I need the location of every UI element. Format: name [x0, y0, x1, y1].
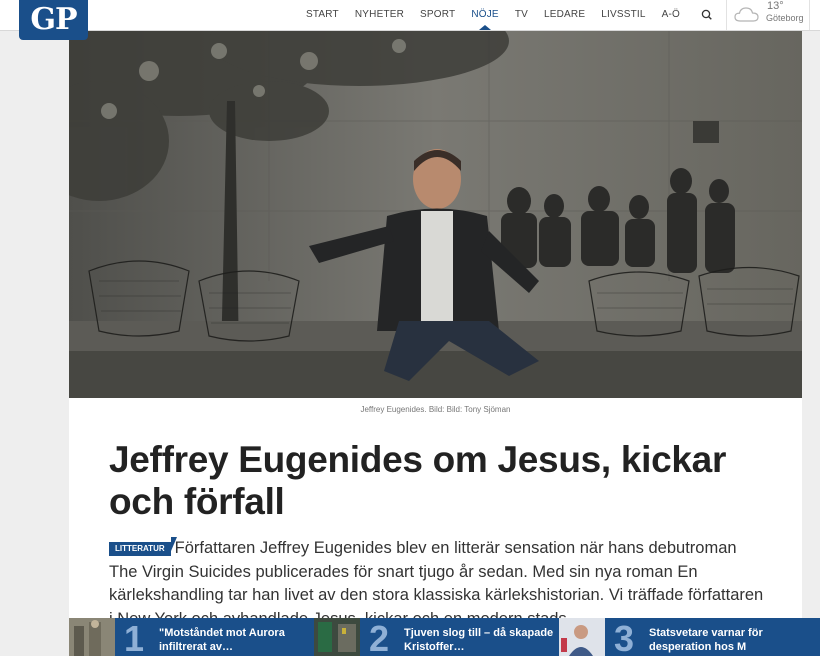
article-headline: Jeffrey Eugenides om Jesus, kickar och f…	[109, 439, 727, 522]
most-read-title: Statsvetare varnar för desperation hos M	[649, 627, 763, 653]
most-read-item[interactable]: 2 Tjuven slog till – då skapade Kristoff…	[314, 618, 559, 656]
most-read-item[interactable]: 3 Statsvetare varnar för desperation hos…	[559, 618, 820, 656]
hero-image[interactable]	[69, 31, 802, 398]
cloud-icon	[733, 4, 761, 29]
search-icon[interactable]	[699, 7, 715, 23]
rank-number: 3	[614, 618, 635, 656]
most-read-title: "Motståndet mot Aurora infiltrerat av…	[159, 627, 285, 653]
most-read-title: Tjuven slog till – då skapade Kristoffer…	[404, 627, 554, 653]
image-caption: Jeffrey Eugenides. Bild: Bild: Tony Sjöm…	[360, 405, 511, 414]
most-read-bar: 1 "Motståndet mot Aurora infiltrerat av……	[69, 618, 820, 656]
thumbnail-image	[314, 618, 360, 656]
nav-item-tv[interactable]: TV	[507, 0, 536, 30]
nav-item-livsstil[interactable]: LIVSSTIL	[593, 0, 653, 30]
nav-item-ledare[interactable]: LEDARE	[536, 0, 593, 30]
gp-logo[interactable]: GP	[19, 0, 88, 40]
thumbnail-image	[559, 618, 605, 656]
article-lead-text: Författaren Jeffrey Eugenides blev en li…	[109, 539, 764, 628]
weather-temperature: 13°	[767, 0, 784, 12]
most-read-item[interactable]: 1 "Motståndet mot Aurora infiltrerat av…	[69, 618, 314, 656]
nav-item-a-o[interactable]: A-Ö	[654, 0, 688, 30]
rank-number: 2	[369, 618, 390, 656]
article-card: Jeffrey Eugenides. Bild: Bild: Tony Sjöm…	[69, 31, 802, 631]
weather-widget[interactable]: 13° Göteborg	[726, 0, 810, 30]
nav-item-nyheter[interactable]: NYHETER	[347, 0, 412, 30]
nav-item-start[interactable]: START	[298, 0, 347, 30]
thumbnail-image	[69, 618, 115, 656]
weather-city: Göteborg	[766, 13, 804, 23]
article-lead: LITTERATUR Författaren Jeffrey Eugenides …	[109, 537, 769, 631]
top-header: GP START NYHETER SPORT NÖJE TV LEDARE LI…	[0, 0, 820, 40]
nav-item-sport[interactable]: SPORT	[412, 0, 463, 30]
nav-item-noje[interactable]: NÖJE	[463, 0, 506, 30]
rank-number: 1	[124, 618, 145, 656]
main-nav: START NYHETER SPORT NÖJE TV LEDARE LIVSS…	[298, 0, 688, 30]
category-tag[interactable]: LITTERATUR	[109, 542, 171, 556]
